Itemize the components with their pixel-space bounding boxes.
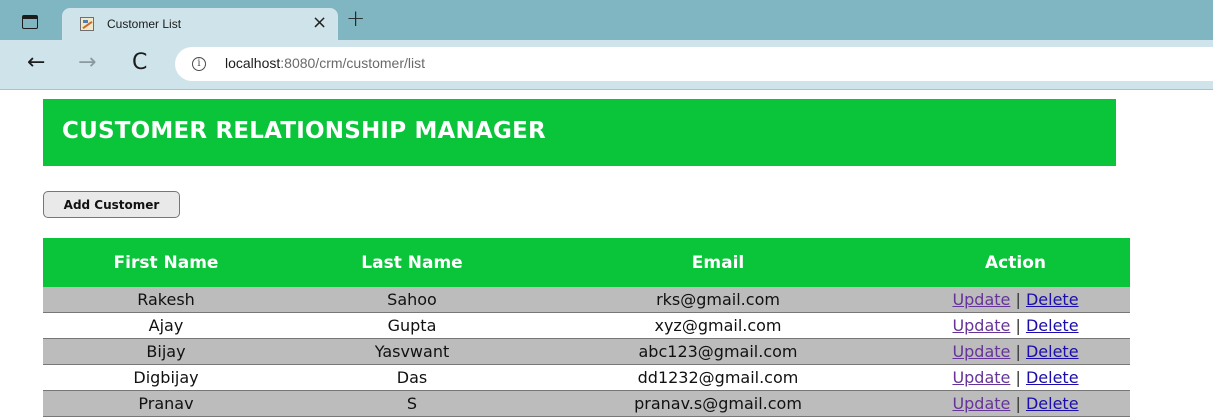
tab-title: Customer List [107, 17, 182, 31]
last-name-cell: S [289, 390, 535, 417]
table-row: Bijay Yasvwant abc123@gmail.com Update |… [43, 338, 1130, 365]
update-link[interactable]: Update [952, 342, 1010, 361]
reload-icon[interactable]: C [132, 51, 147, 75]
first-name-cell: Rakesh [43, 287, 289, 313]
browser-tab-bar: Customer List × + [0, 0, 1213, 40]
action-separator: | [1015, 316, 1021, 335]
action-cell: Update | Delete [901, 364, 1130, 391]
table-header-row: First Name Last Name Email Action [43, 238, 1130, 287]
back-arrow-icon[interactable]: ← [27, 51, 45, 75]
action-cell: Update | Delete [901, 312, 1130, 339]
close-tab-icon[interactable]: × [312, 13, 327, 33]
url-path: :8080/crm/customer/list [280, 55, 425, 71]
email-cell: pranav.s@gmail.com [535, 390, 901, 417]
browser-tab[interactable]: Customer List × [62, 8, 338, 40]
last-name-cell: Das [289, 364, 535, 391]
first-name-cell: Ajay [43, 312, 289, 339]
column-header-last-name: Last Name [289, 238, 535, 287]
first-name-cell: Pranav [43, 390, 289, 417]
column-header-action: Action [901, 238, 1130, 287]
action-separator: | [1015, 394, 1021, 413]
action-cell: Update | Delete [901, 390, 1130, 417]
action-cell: Update | Delete [901, 338, 1130, 365]
first-name-cell: Bijay [43, 338, 289, 365]
action-separator: | [1015, 342, 1021, 361]
action-cell: Update | Delete [901, 287, 1130, 313]
email-cell: dd1232@gmail.com [535, 364, 901, 391]
delete-link[interactable]: Delete [1026, 394, 1079, 413]
url-field[interactable]: i localhost:8080/crm/customer/list [175, 47, 1213, 81]
column-header-email: Email [535, 238, 901, 287]
address-bar: ← → C i localhost:8080/crm/customer/list [0, 40, 1213, 90]
table-row: Digbijay Das dd1232@gmail.com Update | D… [43, 364, 1130, 391]
last-name-cell: Gupta [289, 312, 535, 339]
action-separator: | [1015, 368, 1021, 387]
last-name-cell: Yasvwant [289, 338, 535, 365]
last-name-cell: Sahoo [289, 287, 535, 313]
update-link[interactable]: Update [952, 394, 1010, 413]
action-separator: | [1015, 290, 1021, 309]
add-customer-button[interactable]: Add Customer [43, 191, 180, 218]
email-cell: abc123@gmail.com [535, 338, 901, 365]
update-link[interactable]: Update [952, 368, 1010, 387]
new-tab-icon[interactable]: + [346, 7, 365, 31]
site-info-icon[interactable]: i [192, 57, 206, 71]
column-header-first-name: First Name [43, 238, 289, 287]
page-title: CUSTOMER RELATIONSHIP MANAGER [62, 118, 546, 144]
email-cell: xyz@gmail.com [535, 312, 901, 339]
favicon-icon [80, 17, 94, 31]
update-link[interactable]: Update [952, 290, 1010, 309]
forward-arrow-icon[interactable]: → [78, 51, 96, 75]
table-row: Ajay Gupta xyz@gmail.com Update | Delete [43, 312, 1130, 339]
first-name-cell: Digbijay [43, 364, 289, 391]
table-row: Pranav S pranav.s@gmail.com Update | Del… [43, 390, 1130, 417]
customer-table: First Name Last Name Email Action Rakesh… [43, 238, 1130, 417]
url-host: localhost [225, 55, 281, 71]
delete-link[interactable]: Delete [1026, 316, 1079, 335]
url-text: localhost:8080/crm/customer/list [225, 55, 425, 71]
delete-link[interactable]: Delete [1026, 342, 1079, 361]
tab-actions-icon[interactable] [22, 15, 38, 29]
delete-link[interactable]: Delete [1026, 368, 1079, 387]
table-row: Rakesh Sahoo rks@gmail.com Update | Dele… [43, 287, 1130, 313]
page-header: CUSTOMER RELATIONSHIP MANAGER [43, 99, 1116, 166]
delete-link[interactable]: Delete [1026, 290, 1079, 309]
update-link[interactable]: Update [952, 316, 1010, 335]
email-cell: rks@gmail.com [535, 287, 901, 313]
